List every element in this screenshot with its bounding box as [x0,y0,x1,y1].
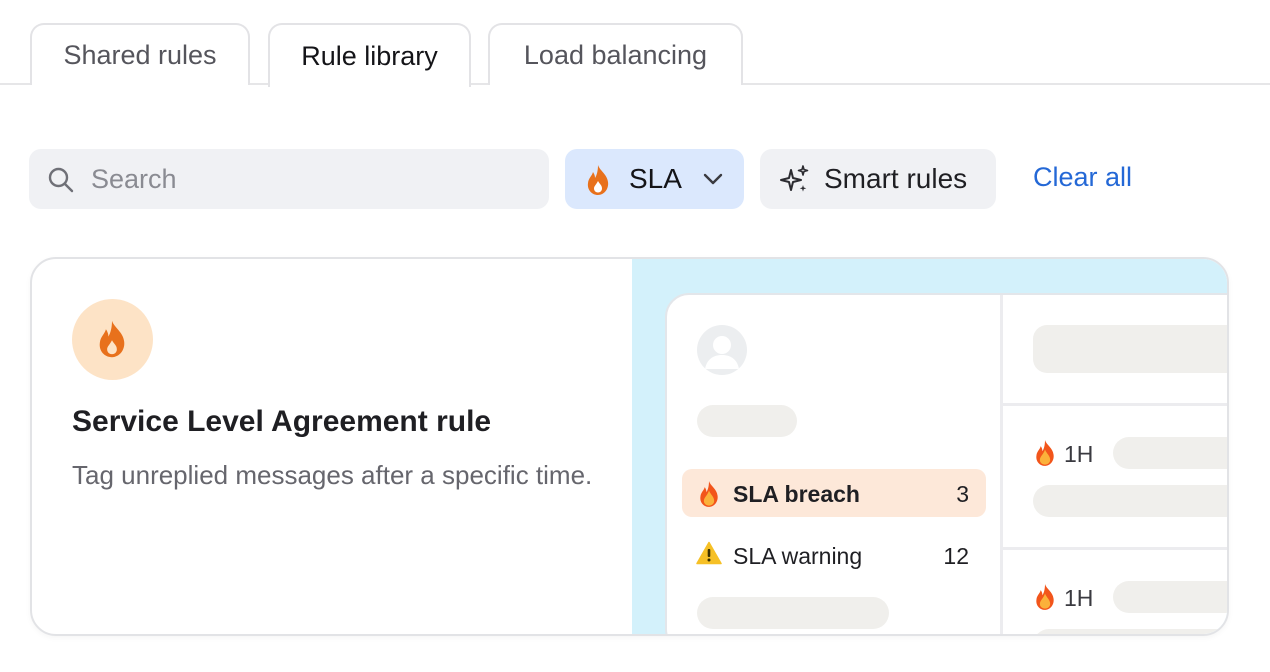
smart-rules-label: Smart rules [824,163,968,194]
tab-shared-rules[interactable]: Shared rules [30,23,250,85]
search-box[interactable] [29,149,549,209]
tab-label: Shared rules [63,39,217,70]
search-input[interactable] [89,149,529,209]
chevron-down-icon [703,173,723,185]
avatar-icon [697,325,747,375]
placeholder-bar [1113,581,1227,613]
sla-filter-chip[interactable]: SLA [565,149,744,209]
placeholder-bar [1113,437,1227,469]
placeholder-bar [697,405,797,437]
clear-all-link[interactable]: Clear all [1033,162,1132,193]
tab-label: Load balancing [523,39,708,70]
preview-mock-window: SLA breach 3 SLA warning 12 1H 1H [665,293,1227,634]
rule-card[interactable]: Service Level Agreement rule Tag unrepli… [30,257,1229,636]
warning-icon [696,541,722,569]
placeholder-bar [1033,485,1227,517]
fire-icon [697,480,721,512]
placeholder-bar [1033,325,1227,373]
tab-rule-library[interactable]: Rule library [268,23,471,87]
fire-icon [99,320,125,358]
sla-breach-label: SLA breach [733,481,860,507]
placeholder-bar [1033,629,1227,634]
conversation-time: 1H [1064,441,1094,467]
tab-load-balancing[interactable]: Load balancing [488,23,743,85]
fire-icon [1033,583,1057,615]
sla-breach-count: 3 [956,481,969,507]
fire-icon [1033,439,1057,471]
rule-description: Tag unreplied messages after a specific … [72,460,593,490]
conversation-time: 1H [1064,585,1094,611]
sla-chip-label: SLA [629,163,682,194]
tab-label: Rule library [301,40,438,71]
fire-icon [587,165,609,195]
placeholder-bar [697,597,889,629]
smart-rules-chip[interactable]: Smart rules [760,149,996,209]
tab-bar: Shared rules Rule library Load balancing [0,0,1270,87]
sla-warning-label: SLA warning [733,543,863,569]
rule-icon-badge [72,299,153,380]
sla-warning-count: 12 [943,543,969,569]
search-icon [48,167,74,193]
preview-divider [1000,295,1003,634]
rule-preview: SLA breach 3 SLA warning 12 1H 1H [632,259,1227,634]
rule-title: Service Level Agreement rule [72,405,492,438]
conversation-divider [1003,403,1227,406]
conversation-divider [1003,547,1227,550]
sparkles-icon [780,165,809,192]
